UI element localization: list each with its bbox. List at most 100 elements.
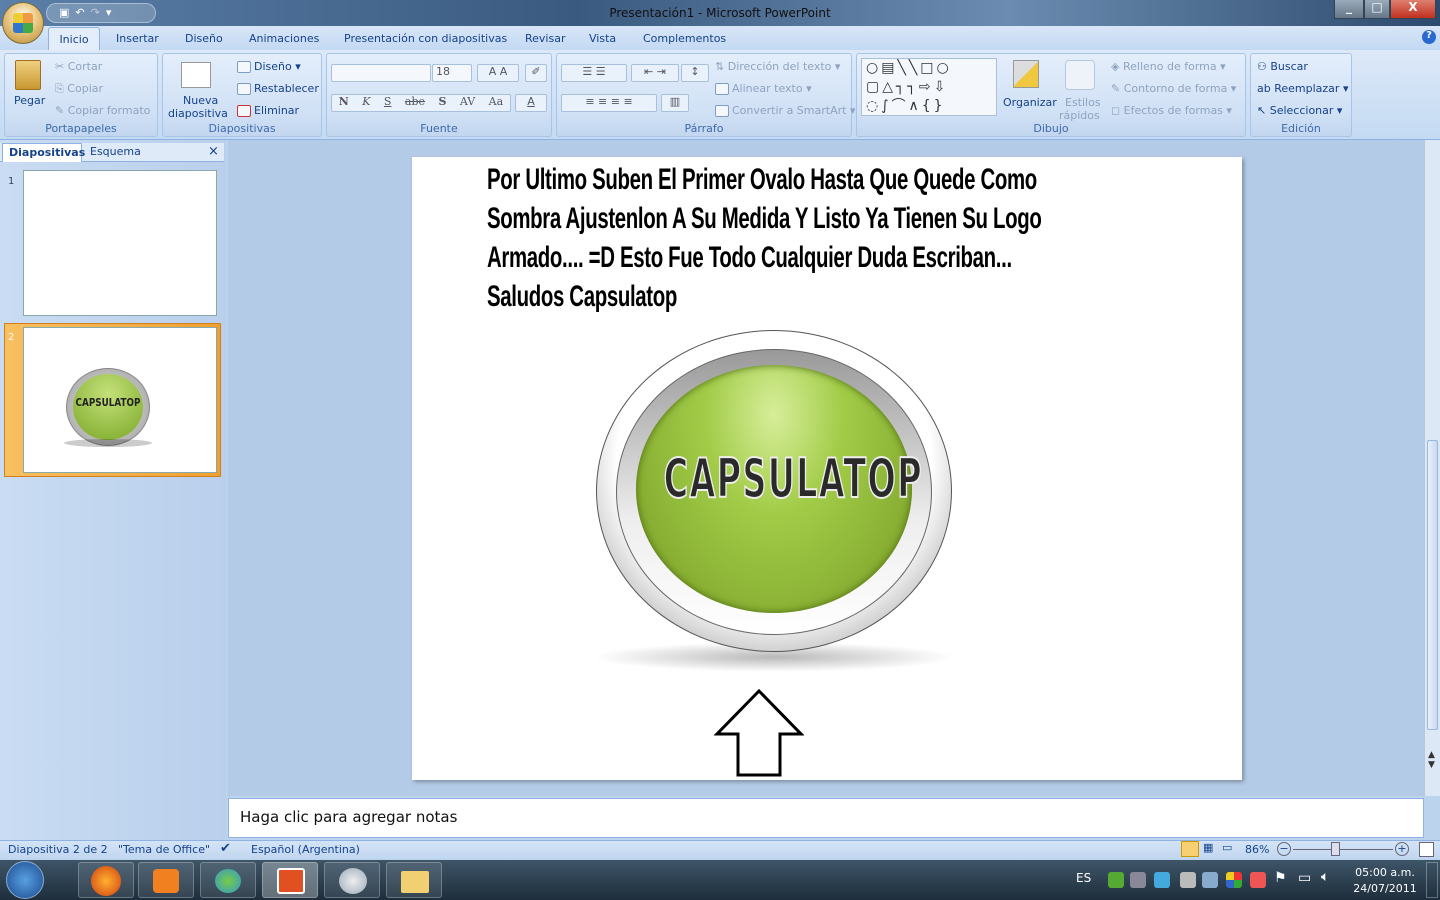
shapes-gallery[interactable]: ○▤╲╲□○ ▢△┐┐⇨⇩ ◌∫⌒∧{}	[861, 58, 997, 116]
underline-button[interactable]: S	[384, 95, 392, 111]
office-button[interactable]	[2, 2, 44, 44]
slideshow-button[interactable]: ▭	[1222, 841, 1232, 854]
redo-icon[interactable]: ↷	[91, 6, 100, 20]
shape-fill-button[interactable]: ◈ Relleno de forma ▾	[1111, 60, 1226, 73]
theme-name[interactable]: "Tema de Office"	[118, 843, 210, 856]
slide-canvas[interactable]: Por Ultimo Suben El Primer Ovalo Hasta Q…	[412, 157, 1242, 780]
smartart-button[interactable]: Convertir a SmartArt ▾	[715, 104, 855, 117]
line-spacing-button[interactable]: ↕	[681, 64, 709, 82]
bullets-button[interactable]: ☰ ☰	[561, 64, 627, 82]
tab-animaciones[interactable]: Animaciones	[249, 32, 319, 45]
close-pane-icon[interactable]: ×	[208, 144, 219, 159]
text-direction-button[interactable]: ⇅ Dirección del texto ▾	[715, 60, 840, 73]
taskbar-firefox[interactable]	[78, 862, 134, 898]
tray-icon[interactable]	[1180, 872, 1196, 888]
maximize-button[interactable]: □	[1364, 0, 1390, 19]
clear-format-icon[interactable]: ✐	[525, 64, 547, 82]
font-name-input[interactable]	[331, 64, 431, 82]
new-slide-label2[interactable]: diapositiva	[168, 107, 228, 120]
slide-text-line[interactable]: Armado.... =D Esto Fue Todo Cualquier Du…	[487, 241, 1012, 275]
zoom-slider[interactable]	[1293, 849, 1393, 850]
slide-sorter-button[interactable]: ▦	[1203, 841, 1213, 854]
align-buttons[interactable]: ≡ ≡ ≡ ≡	[561, 94, 657, 112]
prev-next-slide-icon[interactable]: ▲ ▼	[1428, 750, 1435, 770]
slide-text-line[interactable]: Saludos Capsulatop	[487, 280, 677, 314]
slide-text-line[interactable]: Por Ultimo Suben El Primer Ovalo Hasta Q…	[487, 163, 1037, 197]
replace-button[interactable]: ab Reemplazar ▾	[1257, 82, 1348, 95]
windows-tray-icon[interactable]	[1226, 872, 1242, 888]
format-painter-button[interactable]: ✎ Copiar formato	[55, 104, 150, 117]
columns-button[interactable]: ▥	[661, 94, 689, 112]
copy-button[interactable]: ⎘ Copiar	[55, 82, 103, 96]
spellcheck-icon[interactable]: ✔	[220, 841, 231, 856]
vertical-scrollbar[interactable]: ▲ ▼	[1424, 140, 1440, 796]
grow-shrink-font-button[interactable]: A A	[477, 64, 519, 82]
notes-pane[interactable]: Haga clic para agregar notas	[228, 798, 1424, 838]
paste-icon[interactable]	[15, 60, 41, 90]
volume-mute-icon[interactable]	[1250, 872, 1266, 888]
tray-icon[interactable]	[1130, 872, 1146, 888]
tab-outline[interactable]: Esquema	[90, 145, 141, 158]
layout-button[interactable]: Diseño ▾	[237, 60, 301, 73]
zoom-out-button[interactable]: −	[1277, 842, 1291, 856]
start-button[interactable]	[6, 861, 44, 899]
up-arrow-shape[interactable]	[714, 689, 804, 779]
reset-button[interactable]: Restablecer	[237, 82, 319, 95]
delete-slide-button[interactable]: Eliminar	[237, 104, 299, 117]
tray-icon[interactable]	[1202, 872, 1218, 888]
tab-complementos[interactable]: Complementos	[643, 32, 726, 45]
minimize-button[interactable]: _	[1334, 0, 1364, 19]
italic-button[interactable]: K	[362, 95, 370, 111]
taskbar-powerpoint[interactable]	[262, 862, 318, 898]
help-icon[interactable]: ?	[1422, 30, 1436, 44]
tab-slides[interactable]: Diapositivas	[2, 143, 85, 162]
fit-slide-button[interactable]	[1419, 842, 1434, 857]
language[interactable]: Español (Argentina)	[251, 843, 360, 856]
taskbar-explorer[interactable]	[386, 862, 442, 898]
cut-button[interactable]: ✂ Cortar	[55, 60, 102, 73]
scroll-thumb[interactable]	[1427, 440, 1438, 730]
arrange-button[interactable]: Organizar	[1003, 96, 1057, 109]
undo-icon[interactable]: ↶	[75, 6, 84, 20]
taskbar-paint[interactable]	[324, 862, 380, 898]
quick-styles-label2[interactable]: rápidos	[1059, 109, 1100, 122]
clock[interactable]: 05:00 a.m. 24/07/2011	[1350, 865, 1420, 897]
nvidia-tray-icon[interactable]	[1108, 872, 1124, 888]
tab-inicio[interactable]: Inicio	[48, 27, 100, 51]
zoom-level[interactable]: 86%	[1245, 843, 1269, 856]
find-button[interactable]: ⚇ Buscar	[1257, 60, 1308, 73]
indent-buttons[interactable]: ⇤ ⇥	[631, 64, 679, 82]
language-indicator[interactable]: ES	[1076, 871, 1091, 885]
tab-insertar[interactable]: Insertar	[116, 32, 159, 45]
customize-qat-icon[interactable]: ▾	[106, 6, 112, 20]
char-spacing-button[interactable]: AV	[460, 95, 475, 111]
taskbar-messenger[interactable]	[200, 862, 256, 898]
bold-button[interactable]: N	[339, 95, 349, 111]
save-icon[interactable]: ▣	[59, 6, 69, 20]
tab-presentacion[interactable]: Presentación con diapositivas	[344, 32, 507, 45]
select-button[interactable]: ↖ Seleccionar ▾	[1257, 104, 1342, 117]
show-desktop-button[interactable]	[1426, 862, 1438, 898]
font-size-input[interactable]: 18	[432, 64, 472, 82]
change-case-button[interactable]: Aa	[489, 95, 504, 111]
taskbar-media-player[interactable]	[138, 862, 194, 898]
new-slide-label1[interactable]: Nueva	[183, 94, 218, 107]
shape-outline-button[interactable]: ✎ Contorno de forma ▾	[1111, 82, 1236, 95]
action-center-flag-icon[interactable]: ⚑	[1274, 870, 1287, 886]
font-color-button[interactable]: A	[515, 94, 547, 112]
network-icon[interactable]: ▭	[1298, 870, 1311, 886]
normal-view-button[interactable]	[1181, 841, 1199, 857]
strikethrough-button[interactable]: abe	[405, 95, 425, 111]
align-text-button[interactable]: Alinear texto ▾	[715, 82, 812, 95]
zoom-slider-thumb[interactable]	[1331, 842, 1340, 856]
new-slide-icon[interactable]	[181, 62, 211, 88]
quick-styles-label1[interactable]: Estilos	[1065, 96, 1101, 109]
shadow-button[interactable]: S	[438, 95, 446, 111]
paste-button[interactable]: Pegar	[14, 94, 45, 107]
slide-text-line[interactable]: Sombra Ajustenlon A Su Medida Y Listo Ya…	[487, 202, 1042, 236]
tab-vista[interactable]: Vista	[589, 32, 616, 45]
tab-diseno[interactable]: Diseño	[185, 32, 223, 45]
slide-thumbnail-1[interactable]	[23, 170, 217, 316]
zoom-in-button[interactable]: +	[1395, 842, 1409, 856]
slide-thumbnail-2[interactable]: CAPSULATOP	[23, 327, 217, 473]
